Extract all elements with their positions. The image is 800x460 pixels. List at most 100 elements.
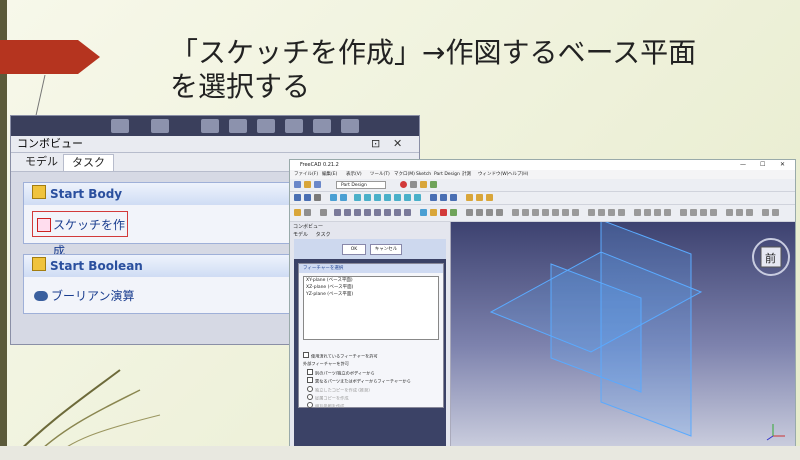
feature-icon[interactable] bbox=[762, 209, 769, 216]
dependent-copy-radio[interactable]: 従属コピーを作成 bbox=[307, 394, 349, 402]
close-icon[interactable]: ✕ bbox=[393, 136, 402, 152]
3d-viewport[interactable]: 前 bbox=[451, 222, 795, 446]
pad-icon[interactable] bbox=[466, 209, 473, 216]
feature-icon[interactable] bbox=[364, 209, 371, 216]
minimize-icon[interactable]: — bbox=[740, 160, 746, 170]
plane-item-xy[interactable]: XY-plane (ベース平面) bbox=[304, 277, 438, 284]
feature-icon[interactable] bbox=[532, 209, 539, 216]
menu-measure[interactable]: 計測 bbox=[462, 171, 471, 178]
view-icon[interactable] bbox=[374, 194, 381, 201]
feature-icon[interactable] bbox=[394, 209, 401, 216]
datum-icon[interactable] bbox=[430, 209, 437, 216]
maximize-icon[interactable]: ☐ bbox=[760, 160, 765, 170]
refresh-icon[interactable] bbox=[320, 209, 327, 216]
toolbar-icon[interactable] bbox=[285, 119, 303, 133]
feature-icon[interactable] bbox=[736, 209, 743, 216]
feature-icon[interactable] bbox=[334, 209, 341, 216]
part-icon[interactable] bbox=[294, 209, 301, 216]
view-icon[interactable] bbox=[414, 194, 421, 201]
feature-icon[interactable] bbox=[344, 209, 351, 216]
feature-icon[interactable] bbox=[654, 209, 661, 216]
macros-icon[interactable] bbox=[420, 181, 427, 188]
feature-icon[interactable] bbox=[710, 209, 717, 216]
menu-window[interactable]: ウィンドウ(W) bbox=[478, 171, 508, 178]
toolbar-icon[interactable] bbox=[257, 119, 275, 133]
feature-icon[interactable] bbox=[664, 209, 671, 216]
feature-icon[interactable] bbox=[644, 209, 651, 216]
toolbar-icon[interactable] bbox=[111, 119, 129, 133]
groove-icon[interactable] bbox=[496, 209, 503, 216]
feature-icon[interactable] bbox=[588, 209, 595, 216]
cross-reference-radio[interactable]: 相互参照を作成 bbox=[307, 402, 344, 410]
datum-icon[interactable] bbox=[420, 209, 427, 216]
toolbar-icon[interactable] bbox=[229, 119, 247, 133]
plane-item-yz[interactable]: YZ-plane (ベース平面) bbox=[304, 291, 438, 298]
toolbar-icon[interactable] bbox=[341, 119, 359, 133]
datum-icon[interactable] bbox=[450, 209, 457, 216]
feature-icon[interactable] bbox=[552, 209, 559, 216]
view-icon[interactable] bbox=[314, 194, 321, 201]
feature-icon[interactable] bbox=[598, 209, 605, 216]
feature-icon[interactable] bbox=[354, 209, 361, 216]
datum-icon[interactable] bbox=[440, 209, 447, 216]
menu-help[interactable]: ヘルプ(H) bbox=[508, 171, 528, 178]
menu-part-design[interactable]: Part Design bbox=[434, 171, 460, 178]
save-icon[interactable] bbox=[314, 181, 321, 188]
menu-tools[interactable]: ツール(T) bbox=[370, 171, 390, 178]
feature-icon[interactable] bbox=[608, 209, 615, 216]
view-icon[interactable] bbox=[330, 194, 337, 201]
boolean-operation-item[interactable]: ブーリアン演算 bbox=[34, 287, 135, 304]
feature-icon[interactable] bbox=[700, 209, 707, 216]
feature-icon[interactable] bbox=[512, 209, 519, 216]
toolbar-icon[interactable] bbox=[313, 119, 331, 133]
feature-icon[interactable] bbox=[572, 209, 579, 216]
menu-sketch[interactable]: Sketch bbox=[416, 171, 431, 178]
view-icon[interactable] bbox=[440, 194, 447, 201]
record-macro-icon[interactable] bbox=[400, 181, 407, 188]
view-icon[interactable] bbox=[354, 194, 361, 201]
cancel-button[interactable]: キャンセル bbox=[370, 244, 402, 255]
feature-icon[interactable] bbox=[542, 209, 549, 216]
view-icon[interactable] bbox=[294, 194, 301, 201]
feature-icon[interactable] bbox=[562, 209, 569, 216]
ok-button[interactable]: OK bbox=[342, 244, 366, 255]
tab-model[interactable]: モデル bbox=[17, 154, 66, 170]
close-icon[interactable]: ✕ bbox=[780, 160, 785, 170]
measure-icon[interactable] bbox=[476, 194, 483, 201]
other-parts-checkbox[interactable]: 別のパーツ/独立のボディーから bbox=[307, 369, 375, 377]
feature-icon[interactable] bbox=[384, 209, 391, 216]
open-file-icon[interactable] bbox=[304, 181, 311, 188]
view-icon[interactable] bbox=[450, 194, 457, 201]
view-icon[interactable] bbox=[384, 194, 391, 201]
tab-task[interactable]: タスク bbox=[316, 232, 331, 238]
view-icon[interactable] bbox=[430, 194, 437, 201]
stop-macro-icon[interactable] bbox=[410, 181, 417, 188]
measure-icon[interactable] bbox=[466, 194, 473, 201]
revolve-icon[interactable] bbox=[486, 209, 493, 216]
pocket-icon[interactable] bbox=[476, 209, 483, 216]
new-file-icon[interactable] bbox=[294, 181, 301, 188]
menu-macro[interactable]: マクロ(M) bbox=[394, 171, 415, 178]
feature-icon[interactable] bbox=[772, 209, 779, 216]
view-icon[interactable] bbox=[364, 194, 371, 201]
independent-copy-radio[interactable]: 独立したコピーを作成 (推奨) bbox=[307, 386, 370, 394]
view-icon[interactable] bbox=[304, 194, 311, 201]
tab-model[interactable]: モデル bbox=[293, 232, 308, 238]
menu-edit[interactable]: 編集(E) bbox=[322, 171, 337, 178]
run-macro-icon[interactable] bbox=[430, 181, 437, 188]
body-icon[interactable] bbox=[304, 209, 311, 216]
feature-icon[interactable] bbox=[618, 209, 625, 216]
feature-icon[interactable] bbox=[690, 209, 697, 216]
feature-icon[interactable] bbox=[746, 209, 753, 216]
tab-task[interactable]: タスク bbox=[63, 154, 114, 171]
workbench-selector[interactable]: Part Design bbox=[336, 181, 386, 189]
menu-view[interactable]: 表示(V) bbox=[346, 171, 362, 178]
plane-item-xz[interactable]: XZ-plane (ベース平面) bbox=[304, 284, 438, 291]
view-icon[interactable] bbox=[394, 194, 401, 201]
menu-file[interactable]: ファイル(F) bbox=[294, 171, 318, 178]
create-sketch-button[interactable]: スケッチを作成 bbox=[32, 211, 128, 258]
feature-icon[interactable] bbox=[404, 209, 411, 216]
measure-icon[interactable] bbox=[486, 194, 493, 201]
view-icon[interactable] bbox=[340, 194, 347, 201]
toolbar-icon[interactable] bbox=[151, 119, 169, 133]
